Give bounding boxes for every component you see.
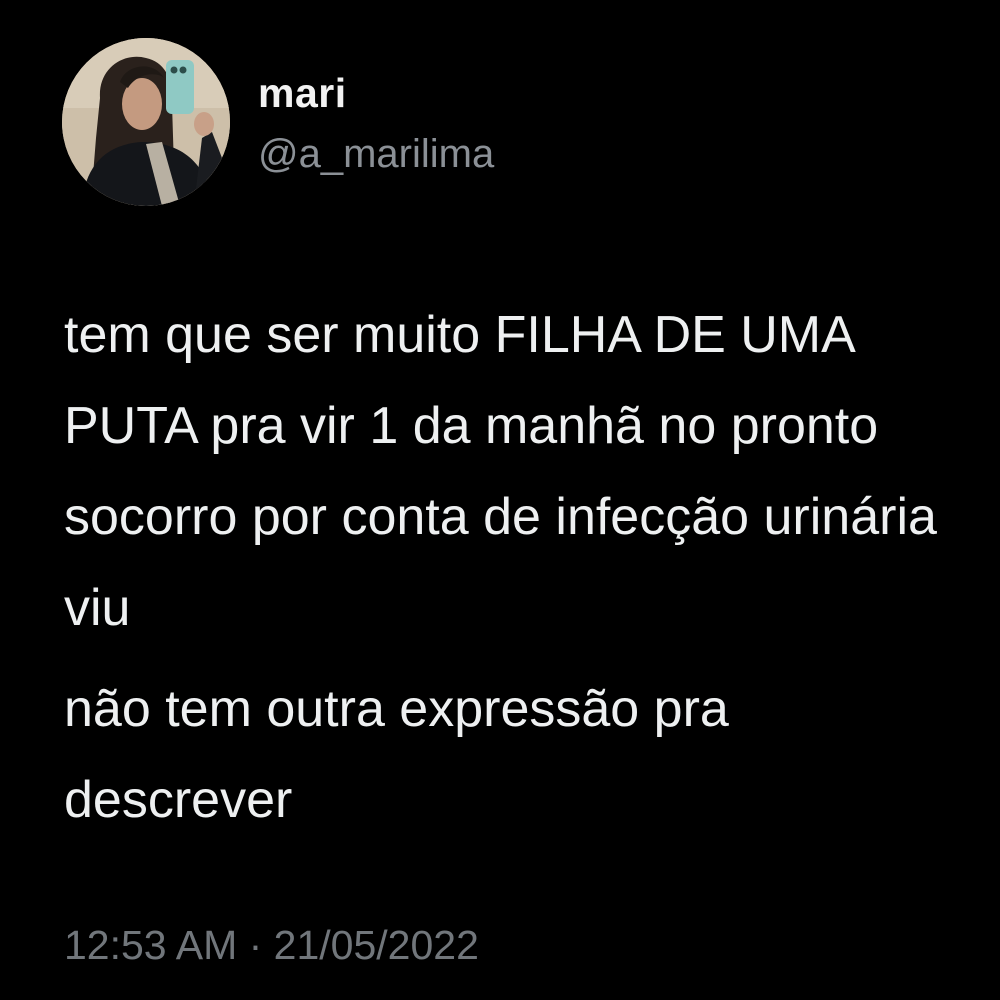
tweet-body: tem que ser muito FILHA DE UMA PUTA pra … [64, 290, 1000, 846]
tweet-timestamp[interactable]: 12:53 AM · 21/05/2022 [64, 922, 479, 969]
tweet-card: mari @a_marilima tem que ser muito FILHA… [0, 0, 1000, 1000]
tweet-line: não tem outra expressão pra [64, 680, 729, 738]
author-handle[interactable]: @a_marilima [258, 132, 494, 177]
author-name[interactable]: mari [258, 70, 347, 117]
profile-photo-icon [62, 38, 230, 206]
tweet-line: tem que ser muito FILHA DE UMA [64, 306, 856, 364]
tweet-line: socorro por conta de infecção urinária [64, 488, 937, 546]
tweet-paragraph: tem que ser muito FILHA DE UMA PUTA pra … [64, 290, 1000, 654]
avatar[interactable] [62, 38, 230, 206]
tweet-line: descrever [64, 771, 293, 829]
tweet-line: PUTA pra vir 1 da manhã no pronto [64, 397, 879, 455]
tweet-line: viu [64, 579, 131, 637]
tweet-paragraph: não tem outra expressão pra descrever [64, 664, 1000, 846]
